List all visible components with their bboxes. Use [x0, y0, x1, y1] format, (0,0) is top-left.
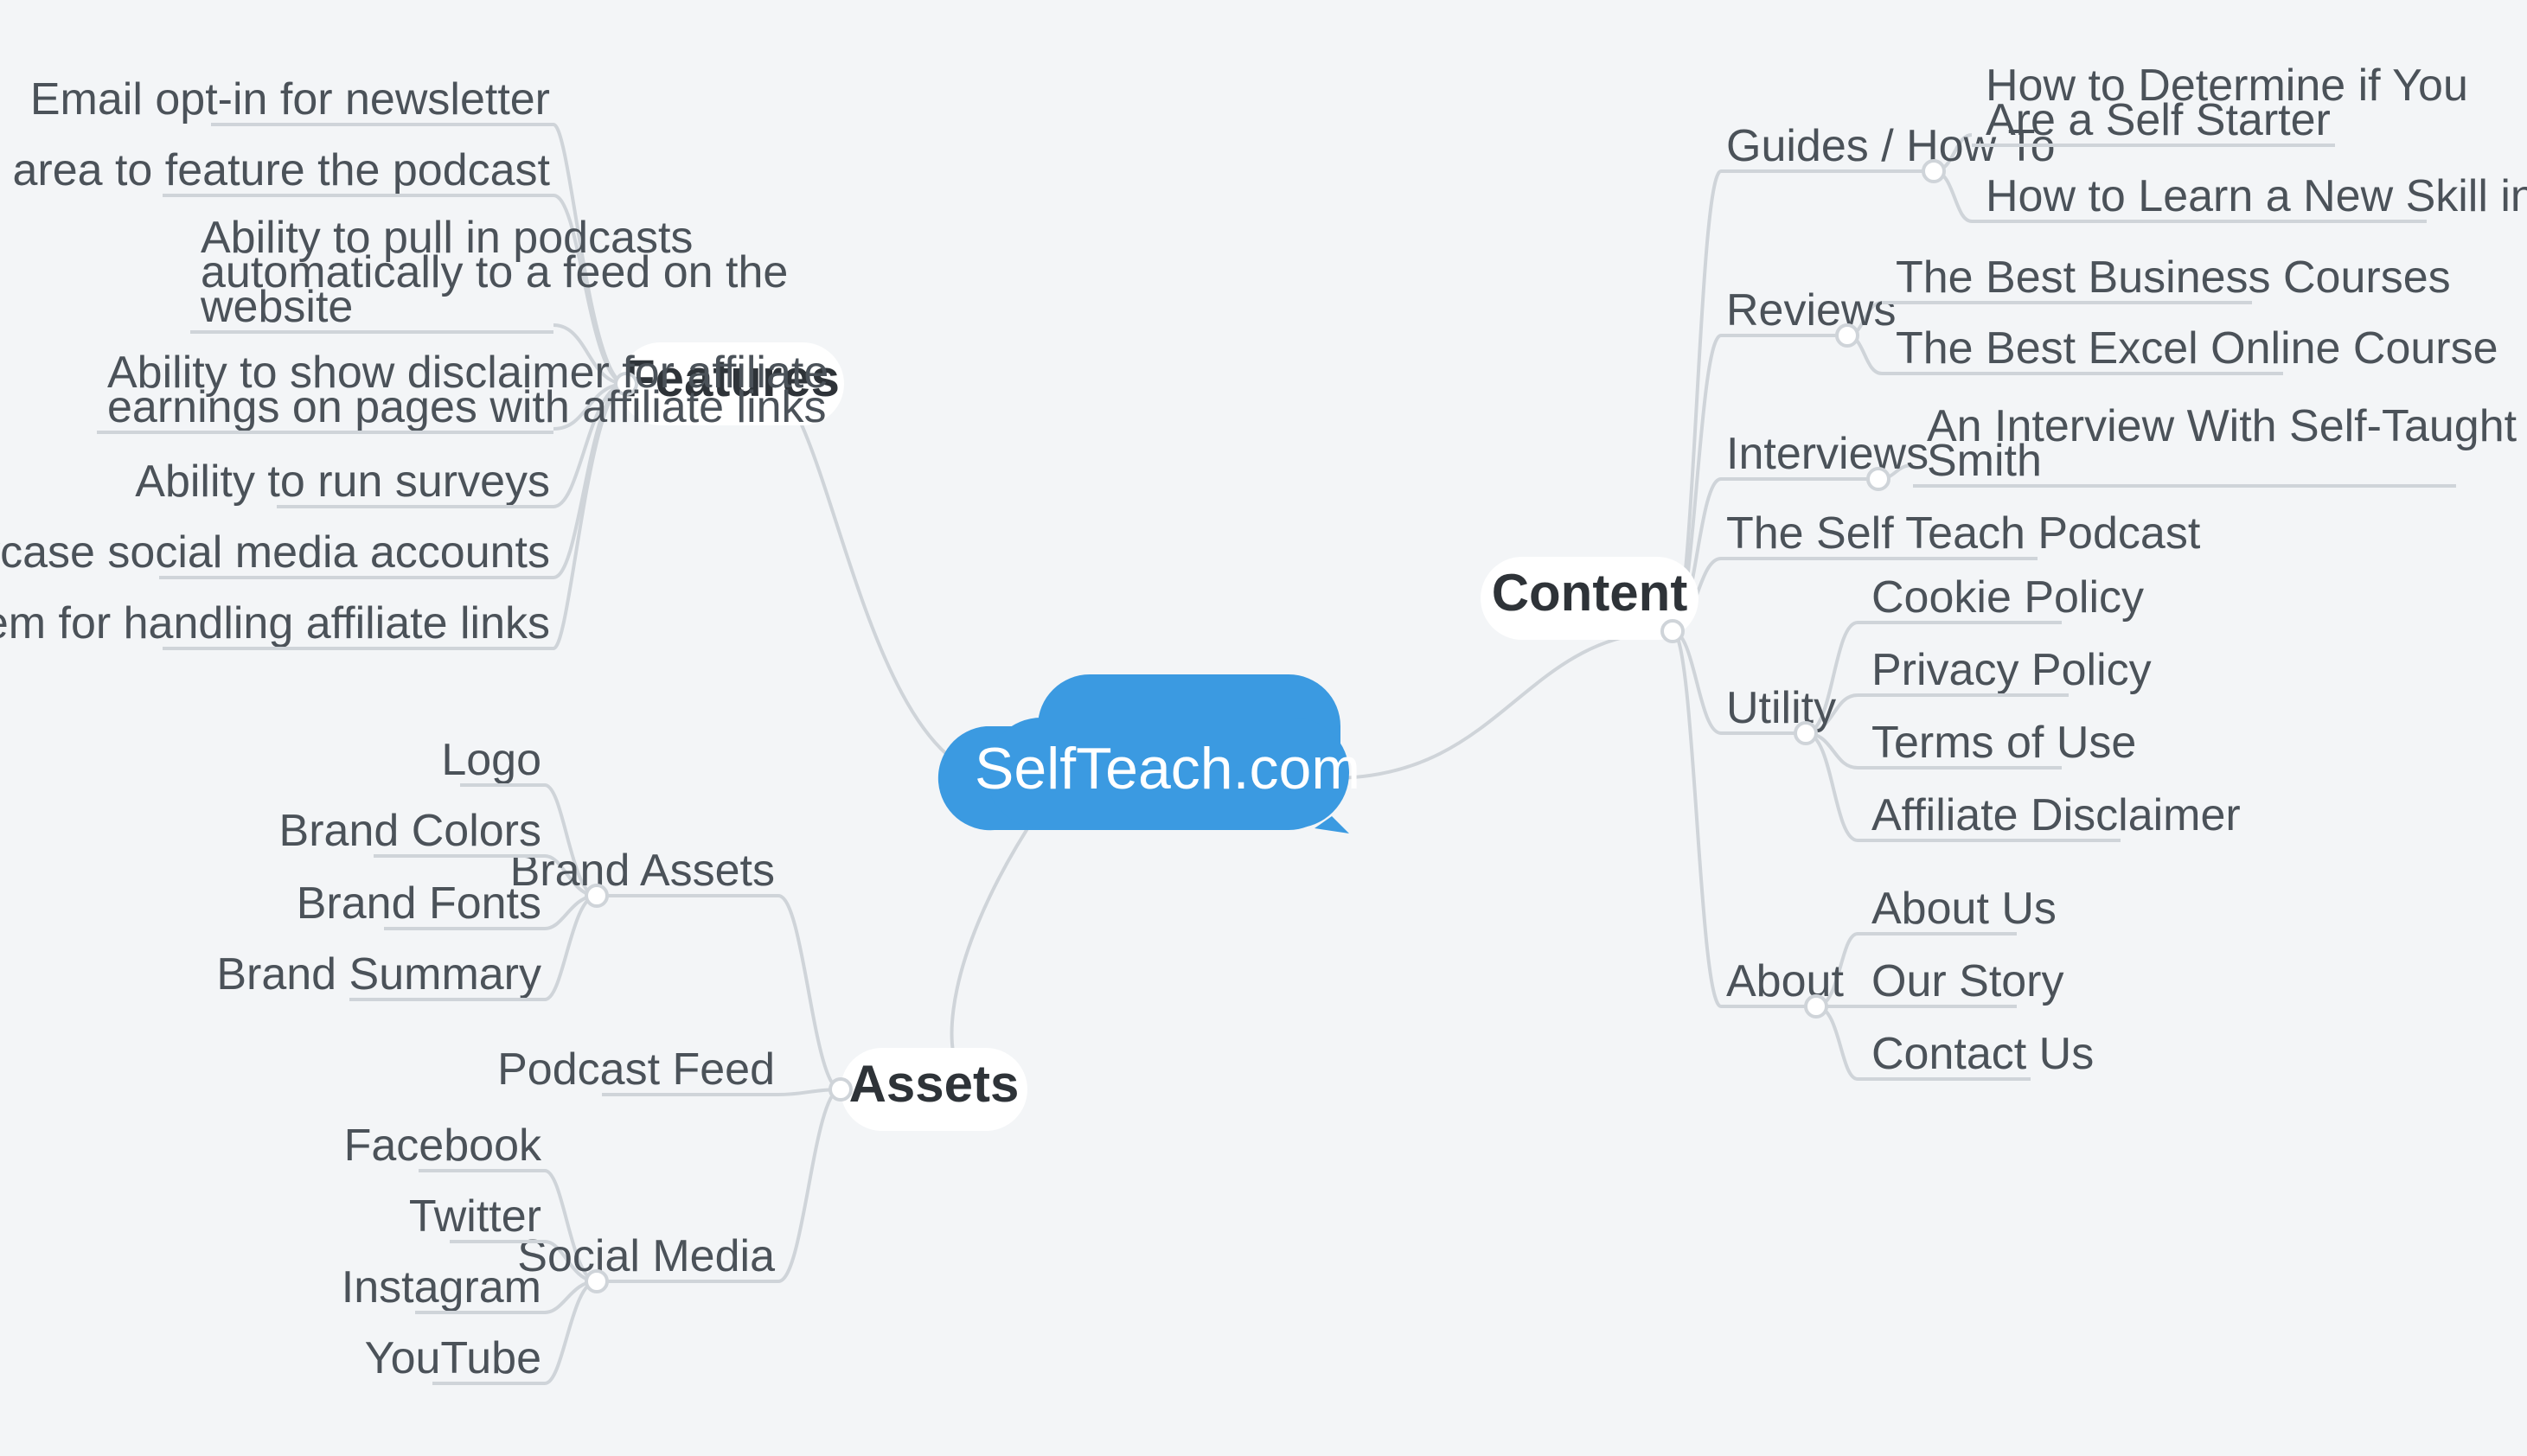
node-content[interactable]: Content [1481, 557, 1699, 642]
node-social-media[interactable]: Social Media [517, 1231, 778, 1292]
sm-1[interactable]: Twitter [409, 1191, 541, 1242]
ut-0[interactable]: Cookie Policy [1871, 572, 2144, 623]
reviews-leaves: The Best Business Courses The Best Excel… [1882, 252, 2498, 374]
label-content: Content [1492, 564, 1688, 622]
utility-leaves: Cookie Policy Privacy Policy Terms of Us… [1858, 572, 2241, 840]
ba-3[interactable]: Brand Summary [216, 949, 541, 999]
gd-1[interactable]: How to Learn a New Skill in 21 Days [1986, 171, 2527, 221]
label-interviews: Interviews [1726, 429, 1929, 479]
label-social-media: Social Media [517, 1231, 775, 1281]
node-about[interactable]: About [1721, 956, 1844, 1017]
ut-3[interactable]: Affiliate Disclaimer [1871, 790, 2241, 840]
node-self-teach-podcast[interactable]: The Self Teach Podcast [1721, 508, 2201, 559]
gd-0[interactable]: How to Determine if You Are a Self Start… [1986, 61, 2480, 145]
ut-1[interactable]: Privacy Policy [1871, 645, 2152, 695]
feat-5[interactable]: Showcase social media accounts [0, 527, 550, 578]
brand-assets-leaves: Logo Brand Colors Brand Fonts Brand Summ… [216, 735, 545, 999]
feat-2[interactable]: Ability to pull in podcasts automaticall… [200, 213, 801, 332]
node-podcast-feed[interactable]: Podcast Feed [497, 1044, 778, 1095]
feat-3[interactable]: Ability to show disclaimer for affiliate… [107, 348, 841, 432]
node-utility[interactable]: Utility [1721, 683, 1836, 744]
feat-6[interactable]: System for handling affiliate links [0, 598, 550, 648]
feat-1[interactable]: An area to feature the podcast [0, 145, 551, 195]
root-node[interactable]: SelfTeach.com [938, 674, 1360, 833]
label-brand-assets: Brand Assets [510, 846, 775, 896]
ba-2[interactable]: Brand Fonts [297, 878, 541, 929]
label-assets: Assets [849, 1055, 1020, 1113]
node-reviews[interactable]: Reviews [1721, 285, 1897, 346]
label-podcast: The Self Teach Podcast [1726, 508, 2201, 559]
ab-0[interactable]: About Us [1871, 884, 2057, 934]
sm-2[interactable]: Instagram [342, 1262, 541, 1312]
root-label: SelfTeach.com [975, 736, 1360, 801]
about-leaves: About Us Our Story Contact Us [1858, 884, 2094, 1079]
ba-0[interactable]: Logo [441, 735, 541, 785]
feat-4[interactable]: Ability to run surveys [135, 457, 550, 507]
ut-2[interactable]: Terms of Use [1871, 718, 2136, 768]
label-podcast-feed: Podcast Feed [497, 1044, 775, 1095]
interviews-leaves: An Interview With Self-Taught Lawyer Joh… [1913, 401, 2527, 486]
rv-1[interactable]: The Best Excel Online Course [1896, 323, 2498, 374]
ba-1[interactable]: Brand Colors [279, 806, 541, 856]
sm-3[interactable]: YouTube [365, 1333, 541, 1383]
guides-leaves: How to Determine if You Are a Self Start… [1972, 61, 2527, 221]
label-about: About [1726, 956, 1844, 1006]
ab-2[interactable]: Contact Us [1871, 1029, 2094, 1079]
node-assets[interactable]: Assets [830, 1048, 1027, 1131]
iv-0[interactable]: An Interview With Self-Taught Lawyer Joh… [1927, 401, 2527, 486]
social-media-leaves: Facebook Twitter Instagram YouTube [342, 1121, 545, 1383]
sm-0[interactable]: Facebook [344, 1121, 542, 1171]
mindmap-canvas: SelfTeach.com Features Email opt-in for … [0, 0, 2527, 1456]
feat-0[interactable]: Email opt-in for newsletter [30, 74, 550, 125]
label-reviews: Reviews [1726, 285, 1897, 335]
rv-0[interactable]: The Best Business Courses [1896, 252, 2451, 303]
node-brand-assets[interactable]: Brand Assets [510, 846, 778, 906]
features-leaves: Email opt-in for newsletter An area to f… [0, 74, 841, 648]
ab-1[interactable]: Our Story [1871, 956, 2064, 1006]
node-interviews[interactable]: Interviews [1721, 429, 1929, 489]
label-utility: Utility [1726, 683, 1836, 733]
